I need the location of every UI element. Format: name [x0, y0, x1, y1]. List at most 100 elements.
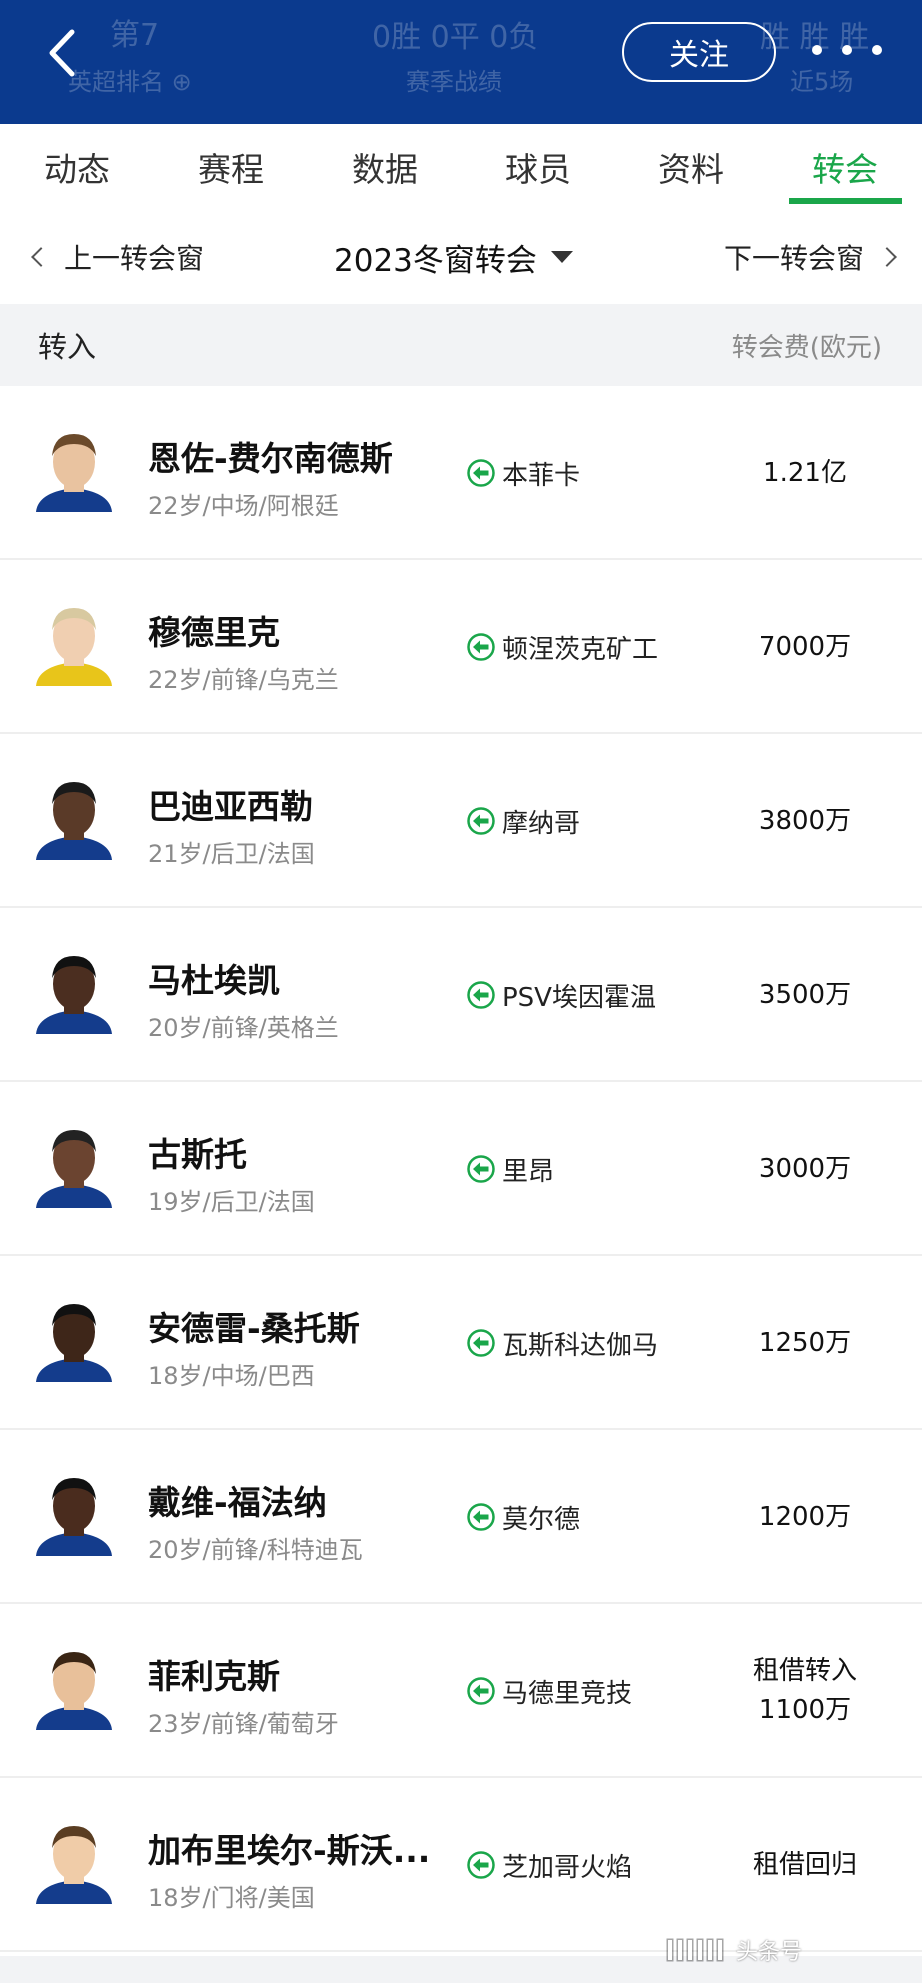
player-name: 恩佐-费尔南德斯 [148, 439, 393, 478]
from-club-name: 芝加哥火焰 [502, 1852, 633, 1883]
player-avatar [32, 600, 116, 686]
arrow-left-circle-icon [466, 806, 496, 836]
player-name: 穆德里克 [148, 613, 280, 652]
player-name: 古斯托 [148, 1135, 247, 1174]
player-avatar [32, 948, 116, 1034]
player-row[interactable]: 恩佐-费尔南德斯 22岁/中场/阿根廷 本菲卡 1.21亿 [0, 386, 922, 560]
fee-line-1: 3500万 [758, 979, 852, 1010]
fee-line-1: 7000万 [758, 631, 852, 662]
fee-line-1: 3800万 [758, 805, 852, 836]
player-name: 马杜埃凯 [148, 961, 280, 1000]
player-name: 巴迪亚西勒 [148, 787, 313, 826]
transfer-fee: 1250万 [720, 1256, 890, 1430]
arrow-left-circle-icon [466, 980, 496, 1010]
tab-schedule[interactable]: 赛程 [161, 124, 301, 210]
player-name: 戴维-福法纳 [148, 1483, 327, 1522]
player-row[interactable]: 穆德里克 22岁/前锋/乌克兰 顿涅茨克矿工 7000万 [0, 560, 922, 734]
arrow-left-circle-icon [466, 1676, 496, 1706]
player-avatar [32, 774, 116, 860]
prev-window-button[interactable]: 上一转会窗 [28, 210, 204, 304]
fee-line-1: 1.21亿 [763, 457, 847, 488]
player-row[interactable]: 巴迪亚西勒 21岁/后卫/法国 摩纳哥 3800万 [0, 734, 922, 908]
from-club: 马德里竞技 [466, 1604, 632, 1778]
from-club: 本菲卡 [466, 386, 580, 560]
player-row[interactable]: 加布里埃尔-斯沃... 18岁/门将/美国 芝加哥火焰 租借回归 [0, 1778, 922, 1952]
section-title: 转入 [38, 330, 97, 364]
fee-line-1: 1250万 [758, 1327, 852, 1358]
player-row[interactable]: 古斯托 19岁/后卫/法国 里昂 3000万 [0, 1082, 922, 1256]
active-tab-indicator [789, 198, 902, 204]
ghost-record-label: 赛季战绩 [406, 68, 502, 96]
from-club: 芝加哥火焰 [466, 1778, 632, 1952]
ghost-record: 0胜 0平 0负 [372, 20, 539, 55]
from-club: PSV埃因霍温 [466, 908, 656, 1082]
transfer-fee: 租借回归 [720, 1778, 890, 1952]
player-info: 20岁/前锋/英格兰 [148, 1014, 339, 1042]
from-club-name: 顿涅茨克矿工 [502, 634, 659, 665]
arrow-left-circle-icon [466, 1154, 496, 1184]
from-club-name: 本菲卡 [502, 460, 581, 491]
arrow-left-circle-icon [466, 1850, 496, 1880]
tab-info[interactable]: 资料 [621, 124, 761, 210]
tab-bar: 动态 赛程 数据 球员 资料 转会 [0, 124, 922, 210]
tab-stats[interactable]: 数据 [315, 124, 455, 210]
tab-players[interactable]: 球员 [468, 124, 608, 210]
from-club-name: PSV埃因霍温 [502, 982, 656, 1013]
window-select-label: 2023冬窗转会 [334, 242, 537, 279]
fee-line-2: 1100万 [758, 1695, 852, 1725]
arrow-left-circle-icon [466, 1502, 496, 1532]
player-avatar [32, 426, 116, 512]
player-avatar [32, 1644, 116, 1730]
player-row[interactable]: 马杜埃凯 20岁/前锋/英格兰 PSV埃因霍温 3500万 [0, 908, 922, 1082]
from-club: 瓦斯科达伽马 [466, 1256, 658, 1430]
from-club: 莫尔德 [466, 1430, 580, 1604]
player-info: 18岁/中场/巴西 [148, 1362, 315, 1390]
player-info: 20岁/前锋/科特迪瓦 [148, 1536, 363, 1564]
team-header: 第7 英超排名 ⊕ 0胜 0平 0负 赛季战绩 胜 胜 胜 近5场 关注 [0, 0, 922, 124]
next-window-label: 下一转会窗 [723, 242, 864, 275]
from-club-name: 莫尔德 [502, 1504, 581, 1535]
from-club-name: 马德里竞技 [502, 1678, 633, 1709]
transfer-fee: 3500万 [720, 908, 890, 1082]
player-info: 21岁/后卫/法国 [148, 840, 315, 868]
player-info: 18岁/门将/美国 [148, 1884, 315, 1912]
ghost-rank: 第7 [110, 18, 160, 53]
player-avatar [32, 1470, 116, 1556]
transfer-fee: 7000万 [720, 560, 890, 734]
player-row[interactable]: 菲利克斯 23岁/前锋/葡萄牙 马德里竞技 租借转入 1100万 [0, 1604, 922, 1778]
player-info: 19岁/后卫/法国 [148, 1188, 315, 1216]
window-select[interactable]: 2023冬窗转会 [334, 210, 573, 304]
player-row[interactable]: 戴维-福法纳 20岁/前锋/科特迪瓦 莫尔德 1200万 [0, 1430, 922, 1604]
from-club: 顿涅茨克矿工 [466, 560, 658, 734]
arrow-left-circle-icon [466, 632, 496, 662]
chevron-left-icon [31, 247, 51, 267]
from-club: 摩纳哥 [466, 734, 580, 908]
player-info: 22岁/前锋/乌克兰 [148, 666, 339, 694]
arrow-left-circle-icon [466, 1328, 496, 1358]
transfer-fee: 3800万 [720, 734, 890, 908]
more-dots-icon[interactable] [812, 30, 882, 70]
transfer-fee: 3000万 [720, 1082, 890, 1256]
player-avatar [32, 1296, 116, 1382]
follow-button[interactable]: 关注 [622, 22, 776, 82]
from-club-name: 摩纳哥 [502, 808, 581, 839]
tab-news[interactable]: 动态 [7, 124, 147, 210]
fee-line-1: 租借转入 [752, 1656, 857, 1686]
fee-line-1: 1200万 [758, 1501, 852, 1532]
next-window-button[interactable]: 下一转会窗 [724, 210, 900, 304]
player-row[interactable]: 安德雷-桑托斯 18岁/中场/巴西 瓦斯科达伽马 1250万 [0, 1256, 922, 1430]
prev-window-label: 上一转会窗 [64, 242, 205, 275]
section-header: 转入 转会费(欧元) [0, 304, 922, 386]
player-avatar [32, 1122, 116, 1208]
chevron-left-icon[interactable] [38, 22, 88, 84]
transfer-fee: 1.21亿 [720, 386, 890, 560]
caret-down-icon [550, 251, 573, 263]
player-avatar [32, 1818, 116, 1904]
arrow-left-circle-icon [466, 458, 496, 488]
player-info: 22岁/中场/阿根廷 [148, 492, 339, 520]
player-name: 菲利克斯 [148, 1657, 280, 1696]
player-name: 加布里埃尔-斯沃... [148, 1831, 431, 1870]
fee-line-1: 3000万 [758, 1153, 852, 1184]
from-club-name: 瓦斯科达伽马 [502, 1330, 659, 1361]
from-club-name: 里昂 [502, 1156, 555, 1187]
